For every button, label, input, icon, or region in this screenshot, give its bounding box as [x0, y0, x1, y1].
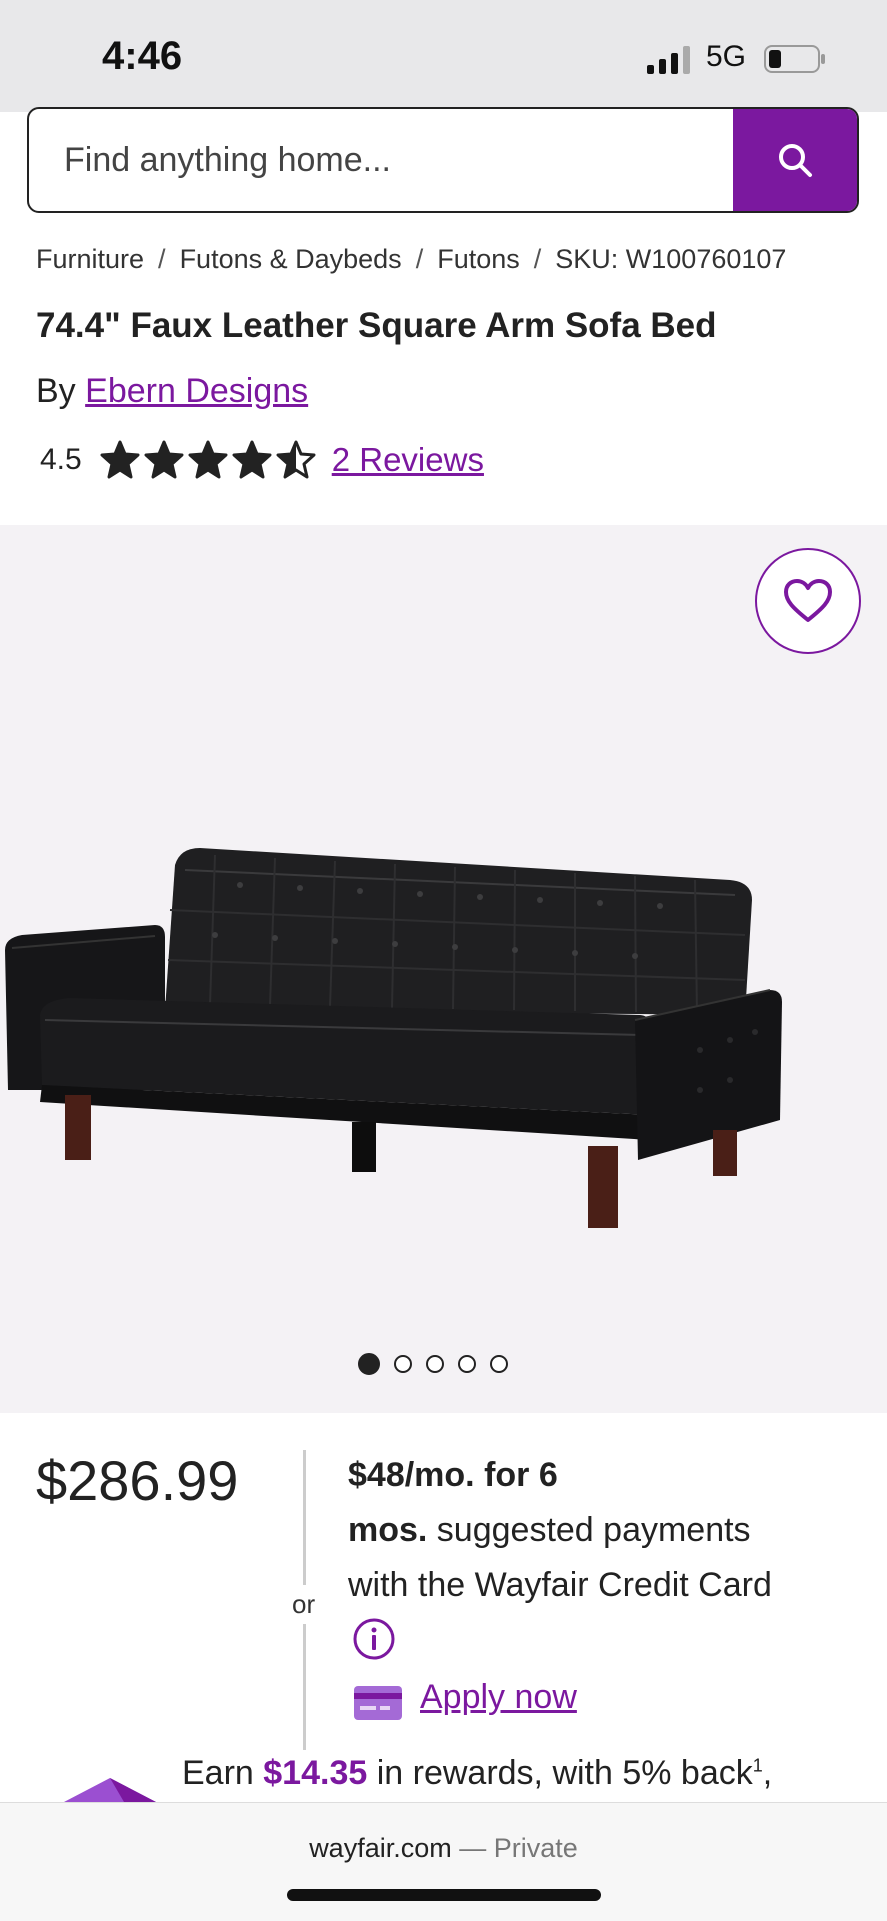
star-full-icon — [144, 440, 184, 479]
product-title: 74.4" Faux Leather Square Arm Sofa Bed — [36, 306, 717, 345]
breadcrumb-separator: / — [158, 244, 166, 274]
star-half-icon — [276, 440, 316, 479]
favorite-button[interactable] — [755, 548, 861, 654]
gallery-dot[interactable] — [358, 1353, 380, 1375]
url-dash: — — [451, 1833, 494, 1863]
breadcrumb: Furniture / Futons & Daybeds / Futons / SKU: W… — [36, 244, 786, 275]
status-time: 4:46 — [102, 34, 183, 78]
gallery-dot[interactable] — [394, 1355, 412, 1373]
product-image-sofa — [5, 848, 782, 1228]
star-full-icon — [188, 440, 228, 479]
breadcrumb-sku: SKU: W100760107 — [555, 244, 787, 274]
heart-icon — [784, 579, 832, 622]
reviews-link[interactable]: 2 Reviews — [332, 441, 484, 479]
or-label: or — [292, 1585, 316, 1624]
gallery-dot[interactable] — [490, 1355, 508, 1373]
rewards-footnote: 1 — [752, 1755, 763, 1776]
rewards-trailing: , — [762, 1754, 773, 1792]
search-bar — [27, 107, 859, 213]
credit-card-icon — [354, 1686, 402, 1720]
network-label: 5G — [706, 40, 747, 73]
breadcrumb-separator: / — [533, 244, 542, 274]
rewards-amount: $14.35 — [263, 1754, 368, 1792]
search-input[interactable] — [29, 109, 734, 211]
gallery-dot[interactable] — [458, 1355, 476, 1373]
browser-bottom-bar: wayfair.com — Private — [0, 1802, 887, 1921]
url-domain: wayfair.com — [309, 1833, 452, 1863]
rating-row: 4.5 2 Reviews — [40, 436, 484, 484]
rewards-suffix: in rewards, with 5% back — [367, 1754, 753, 1792]
price: $286.99 — [36, 1449, 239, 1512]
brand-link[interactable]: Ebern Designs — [85, 372, 308, 410]
rewards-badge-icon — [64, 1778, 156, 1802]
finance-amount: $48/mo. for 6 — [348, 1456, 558, 1494]
breadcrumb-item-futons[interactable]: Futons — [437, 244, 520, 274]
star-rating — [100, 440, 316, 480]
finance-text-2: with the Wayfair Credit Card — [348, 1566, 772, 1604]
gallery-pagination — [358, 1353, 508, 1375]
rewards-text: Earn $14.35 in rewards, with 5% back1, — [182, 1754, 772, 1793]
status-bar: 4:46 5G — [0, 0, 887, 112]
info-icon[interactable] — [352, 1617, 396, 1661]
gallery-dot[interactable] — [426, 1355, 444, 1373]
private-label: Private — [493, 1833, 578, 1863]
finance-term: mos. — [348, 1511, 428, 1549]
breadcrumb-item-furniture[interactable]: Furniture — [36, 244, 144, 274]
home-indicator[interactable] — [287, 1889, 601, 1901]
rewards-prefix: Earn — [182, 1754, 264, 1792]
star-full-icon — [232, 440, 272, 479]
finance-text-1: suggested payments — [427, 1511, 751, 1549]
rating-value: 4.5 — [40, 443, 82, 476]
battery-icon — [764, 45, 825, 73]
signal-icon — [647, 46, 690, 74]
url-bar[interactable]: wayfair.com — Private — [0, 1833, 887, 1864]
financing-offer: $48/mo. for 6 mos. suggested payments wi… — [348, 1448, 868, 1613]
byline: By Ebern Designs — [36, 372, 308, 411]
star-full-icon — [100, 440, 140, 479]
by-label: By — [36, 372, 76, 410]
breadcrumb-separator: / — [415, 244, 424, 274]
search-icon — [779, 144, 812, 177]
breadcrumb-item-futons-daybeds[interactable]: Futons & Daybeds — [180, 244, 402, 274]
search-button[interactable] — [733, 109, 857, 211]
apply-now-link[interactable]: Apply now — [420, 1678, 577, 1717]
